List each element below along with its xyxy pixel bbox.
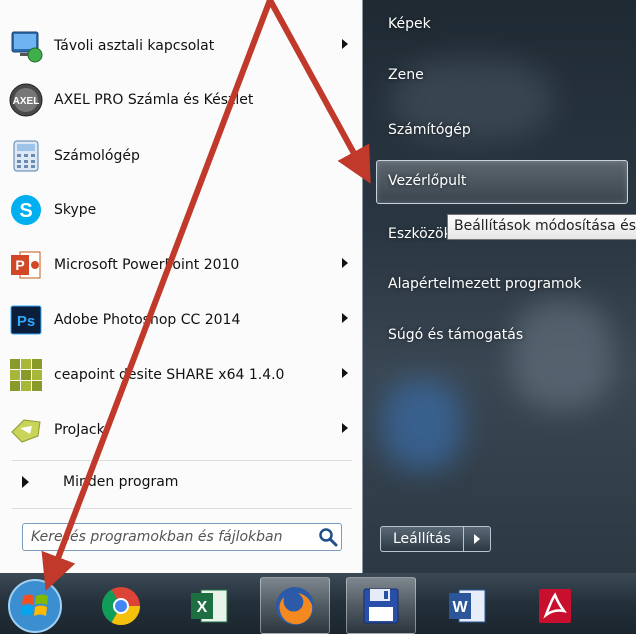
program-remote-desktop[interactable]: Távoli asztali kapcsolat xyxy=(8,22,354,70)
excel-icon: X xyxy=(191,589,228,622)
all-programs-button[interactable]: Minden program xyxy=(8,468,354,496)
remote-desktop-icon xyxy=(8,28,44,64)
expand-arrow-icon xyxy=(22,476,29,488)
program-label: Skype xyxy=(54,202,97,218)
photoshop-icon: Ps xyxy=(8,302,44,338)
menu-divider xyxy=(12,460,352,461)
right-item-control-panel[interactable]: Vezérlőpult xyxy=(388,173,466,189)
submenu-arrow-icon xyxy=(342,368,348,378)
search-placeholder[interactable]: Keresés programokban és fájlokban xyxy=(31,529,317,545)
taskbar-excel[interactable]: X xyxy=(174,577,244,634)
program-calculator[interactable]: Számológép xyxy=(8,132,354,180)
shutdown-options-button[interactable] xyxy=(463,526,491,552)
program-powerpoint[interactable]: P Microsoft PowerPoint 2010 xyxy=(8,241,354,289)
program-label: Microsoft PowerPoint 2010 xyxy=(54,257,240,273)
taskbar-word[interactable]: W xyxy=(432,577,502,634)
shutdown-button[interactable]: Leállítás xyxy=(380,526,464,552)
program-axel-pro[interactable]: AXEL AXEL PRO Számla és Készlet xyxy=(8,76,354,124)
program-label: Adobe Photoshop CC 2014 xyxy=(54,312,241,328)
right-item-devices[interactable]: Eszközök xyxy=(388,226,452,242)
right-item-music[interactable]: Zene xyxy=(388,67,424,83)
taskbar-acrobat[interactable] xyxy=(520,577,590,634)
taskbar-chrome[interactable] xyxy=(86,577,156,634)
right-item-help[interactable]: Súgó és támogatás xyxy=(388,327,523,343)
program-desite[interactable]: ceapoint desite SHARE x64 1.4.0 xyxy=(8,351,354,399)
program-photoshop[interactable]: Ps Adobe Photoshop CC 2014 xyxy=(8,296,354,344)
program-label: Számológép xyxy=(54,148,140,164)
svg-text:Ps: Ps xyxy=(17,313,35,330)
powerpoint-icon: P xyxy=(8,247,44,283)
right-item-default-programs[interactable]: Alapértelmezett programok xyxy=(388,276,581,292)
background-blur xyxy=(512,300,612,410)
background-blur xyxy=(382,380,462,470)
right-item-computer[interactable]: Számítógép xyxy=(388,122,471,138)
svg-text:P: P xyxy=(15,257,24,273)
taskbar-firefox[interactable] xyxy=(260,577,330,634)
screen: Távoli asztali kapcsolat AXEL AXEL PRO S… xyxy=(0,0,636,634)
submenu-arrow-icon xyxy=(342,423,348,433)
chrome-icon xyxy=(101,586,141,625)
program-label: ProJack xyxy=(54,422,105,438)
skype-icon: S xyxy=(8,192,44,228)
menu-divider xyxy=(12,508,352,509)
svg-text:S: S xyxy=(19,200,32,222)
program-label: Távoli asztali kapcsolat xyxy=(54,38,215,54)
submenu-arrow-icon xyxy=(342,39,348,49)
search-input[interactable]: Keresés programokban és fájlokban xyxy=(22,523,342,551)
start-button[interactable] xyxy=(0,577,70,634)
tooltip: Beállítások módosítása és xyxy=(447,214,636,240)
calculator-icon xyxy=(8,138,44,174)
acrobat-icon xyxy=(539,588,571,623)
submenu-arrow-icon xyxy=(342,258,348,268)
start-menu-left-pane: Távoli asztali kapcsolat AXEL AXEL PRO S… xyxy=(0,0,363,573)
svg-text:W: W xyxy=(452,599,468,616)
windows-start-icon xyxy=(8,578,62,633)
program-skype[interactable]: S Skype xyxy=(8,186,354,234)
shutdown-button-group: Leállítás xyxy=(380,526,491,552)
firefox-icon xyxy=(276,586,314,625)
desite-icon xyxy=(8,357,44,393)
svg-text:X: X xyxy=(197,599,208,616)
search-icon[interactable] xyxy=(317,526,341,548)
taskbar-save-app[interactable] xyxy=(346,577,416,634)
word-icon: W xyxy=(449,589,486,622)
program-label: AXEL PRO Számla és Készlet xyxy=(54,92,254,108)
right-item-images[interactable]: Képek xyxy=(388,16,431,32)
svg-text:AXEL: AXEL xyxy=(13,96,40,107)
axel-pro-icon: AXEL xyxy=(8,82,44,118)
all-programs-label: Minden program xyxy=(63,474,179,490)
taskbar: X W xyxy=(0,573,636,634)
submenu-arrow-icon xyxy=(342,313,348,323)
program-label: ceapoint desite SHARE x64 1.4.0 xyxy=(54,367,285,383)
program-projack[interactable]: ProJack xyxy=(8,406,354,454)
projack-icon xyxy=(8,412,44,448)
save-floppy-icon xyxy=(363,588,399,623)
